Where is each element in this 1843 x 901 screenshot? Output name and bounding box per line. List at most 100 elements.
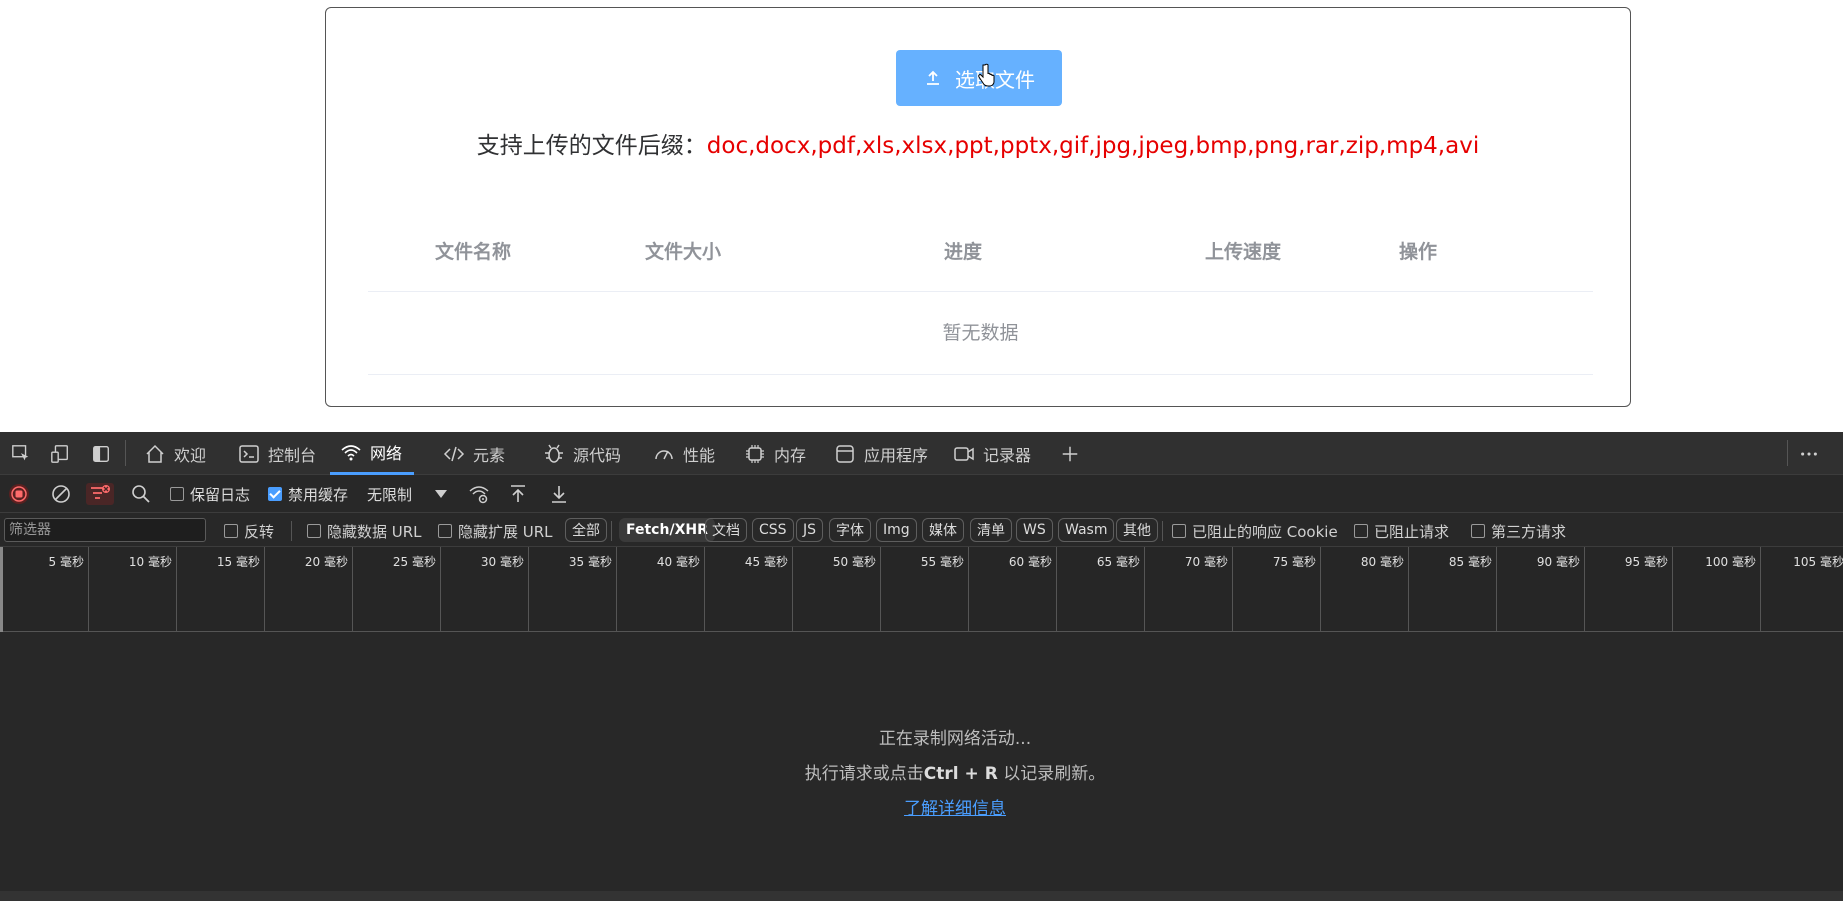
timeline-tick-label: 75 毫秒 xyxy=(1272,555,1316,569)
filter-type-img[interactable]: Img xyxy=(876,518,917,542)
timeline-tick: 85 毫秒 xyxy=(1408,547,1496,632)
checkbox-box[interactable] xyxy=(224,524,238,538)
filter-type-other[interactable]: 其他 xyxy=(1116,518,1158,542)
bug-icon xyxy=(545,444,563,463)
timeline-tick-label: 95 毫秒 xyxy=(1624,555,1668,569)
column-header-progress: 进度 xyxy=(943,241,982,263)
checkbox-box[interactable] xyxy=(1354,524,1368,538)
timeline-tick-label: 85 毫秒 xyxy=(1448,555,1492,569)
filter-type-all[interactable]: 全部 xyxy=(565,518,607,542)
search-icon[interactable] xyxy=(130,483,152,505)
timeline-tick: 65 毫秒 xyxy=(1056,547,1144,632)
table-header: 文件名称 文件大小 进度 上传速度 操作 xyxy=(368,213,1593,292)
learn-more-link[interactable]: 了解详细信息 xyxy=(904,799,1006,819)
tab-label: 控制台 xyxy=(268,445,317,465)
stop-recording-icon[interactable] xyxy=(8,483,30,505)
third-party-requests-label: 第三方请求 xyxy=(1491,522,1567,541)
tab-elements[interactable]: 元素 xyxy=(443,432,505,475)
checkbox-box[interactable] xyxy=(170,487,184,501)
timeline-tick: 105 毫秒 xyxy=(1760,547,1843,632)
refresh-shortcut: Ctrl + R xyxy=(923,764,998,784)
tab-performance[interactable]: 性能 xyxy=(653,432,715,475)
timeline-tick: 15 毫秒 xyxy=(176,547,264,632)
timeline-tick-label: 20 毫秒 xyxy=(304,555,348,569)
filter-type-font[interactable]: 字体 xyxy=(829,518,871,542)
import-har-icon[interactable] xyxy=(507,483,529,505)
hide-data-url-checkbox[interactable]: 隐藏数据 URL xyxy=(307,520,422,542)
filter-type-media[interactable]: 媒体 xyxy=(922,518,964,542)
code-icon xyxy=(443,446,465,461)
tab-recorder[interactable]: 记录器 xyxy=(953,432,1031,475)
timeline-tick-label: 50 毫秒 xyxy=(832,555,876,569)
tab-console[interactable]: 控制台 xyxy=(238,432,316,475)
timeline-tick-label: 80 毫秒 xyxy=(1360,555,1404,569)
recording-message: 正在录制网络活动... xyxy=(878,729,1032,749)
column-header-upload-speed: 上传速度 xyxy=(1204,241,1281,263)
export-har-icon[interactable] xyxy=(548,483,570,505)
devtools-status-bar xyxy=(0,891,1843,901)
network-overview-timeline[interactable]: 5 毫秒 10 毫秒 15 毫秒 20 毫秒 25 毫秒 30 毫秒 35 毫秒 40 毫秒 4… xyxy=(0,547,1843,632)
blocked-requests-checkbox[interactable]: 已阻止请求 xyxy=(1354,520,1449,542)
filter-type-manifest[interactable]: 清单 xyxy=(970,518,1012,542)
filter-divider xyxy=(291,521,292,541)
checkbox-box[interactable] xyxy=(1172,524,1186,538)
filter-type-fetch-xhr[interactable]: Fetch/XHR xyxy=(619,518,715,542)
disable-cache-checkbox[interactable]: 禁用缓存 xyxy=(268,483,348,505)
clear-log-icon[interactable] xyxy=(50,483,72,505)
tab-network[interactable]: 网络 xyxy=(330,432,415,475)
timeline-tick: 25 毫秒 xyxy=(352,547,440,632)
tab-welcome[interactable]: 欢迎 xyxy=(144,432,206,475)
tab-application[interactable]: 应用程序 xyxy=(834,432,928,475)
wifi-icon xyxy=(341,445,361,461)
select-file-label: 选取文件 xyxy=(955,67,1035,92)
filter-type-document[interactable]: 文档 xyxy=(705,518,747,542)
preserve-log-checkbox[interactable]: 保留日志 xyxy=(170,483,250,505)
timeline-tick-label: 30 毫秒 xyxy=(480,555,524,569)
tab-label: 应用程序 xyxy=(864,445,929,465)
tab-label: 性能 xyxy=(683,445,716,465)
add-tab-icon[interactable] xyxy=(1059,443,1081,465)
tab-label: 元素 xyxy=(473,445,506,465)
devtools-panel: 欢迎 控制台 网络 元素 源代码 性能 内存 应用程序 记录器 保留日志 禁用缓… xyxy=(0,432,1843,901)
timeline-tick: 70 毫秒 xyxy=(1144,547,1232,632)
supported-extensions-hint: 支持上传的文件后缀：doc,docx,pdf,xls,xlsx,ppt,pptx… xyxy=(326,126,1630,160)
filter-input[interactable] xyxy=(4,518,206,542)
devtools-tab-bar: 欢迎 控制台 网络 元素 源代码 性能 内存 应用程序 记录器 xyxy=(0,432,1843,475)
timeline-tick: 45 毫秒 xyxy=(704,547,792,632)
timeline-tick: 90 毫秒 xyxy=(1496,547,1584,632)
throttling-select[interactable]: 无限制 xyxy=(367,483,448,505)
timeline-tick-label: 105 毫秒 xyxy=(1793,555,1843,569)
inspect-element-icon[interactable] xyxy=(10,443,32,465)
home-icon xyxy=(146,444,164,463)
filter-type-css[interactable]: CSS xyxy=(752,518,794,542)
timeline-tick-label: 60 毫秒 xyxy=(1008,555,1052,569)
disable-cache-label: 禁用缓存 xyxy=(288,485,349,504)
tab-memory[interactable]: 内存 xyxy=(744,432,806,475)
invert-checkbox[interactable]: 反转 xyxy=(224,520,274,542)
tab-label: 网络 xyxy=(370,444,403,463)
blocked-response-cookies-checkbox[interactable]: 已阻止的响应 Cookie xyxy=(1172,520,1338,542)
more-options-icon[interactable] xyxy=(1798,443,1820,465)
timeline-tick: 30 毫秒 xyxy=(440,547,528,632)
hide-extension-url-checkbox[interactable]: 隐藏扩展 URL xyxy=(438,520,553,542)
column-header-actions: 操作 xyxy=(1398,241,1437,263)
filter-toggle-icon[interactable] xyxy=(86,483,114,505)
tab-label: 记录器 xyxy=(983,445,1032,465)
filter-type-ws[interactable]: WS xyxy=(1016,518,1053,542)
checkbox-box[interactable] xyxy=(438,524,452,538)
tab-sources[interactable]: 源代码 xyxy=(543,432,621,475)
network-conditions-icon[interactable] xyxy=(468,483,490,505)
checkbox-box[interactable] xyxy=(268,487,282,501)
filter-type-wasm[interactable]: Wasm xyxy=(1058,518,1115,542)
tab-label: 内存 xyxy=(774,445,807,465)
dock-sidebar-icon[interactable] xyxy=(90,443,112,465)
column-header-file-size: 文件大小 xyxy=(644,241,721,263)
checkbox-box[interactable] xyxy=(1471,524,1485,538)
timeline-tick: 5 毫秒 xyxy=(0,547,88,632)
device-emulation-icon[interactable] xyxy=(49,443,71,465)
filter-type-js[interactable]: JS xyxy=(796,518,824,542)
third-party-requests-checkbox[interactable]: 第三方请求 xyxy=(1471,520,1566,542)
tab-label: 欢迎 xyxy=(174,445,207,465)
camera-icon xyxy=(954,446,974,461)
checkbox-box[interactable] xyxy=(307,524,321,538)
